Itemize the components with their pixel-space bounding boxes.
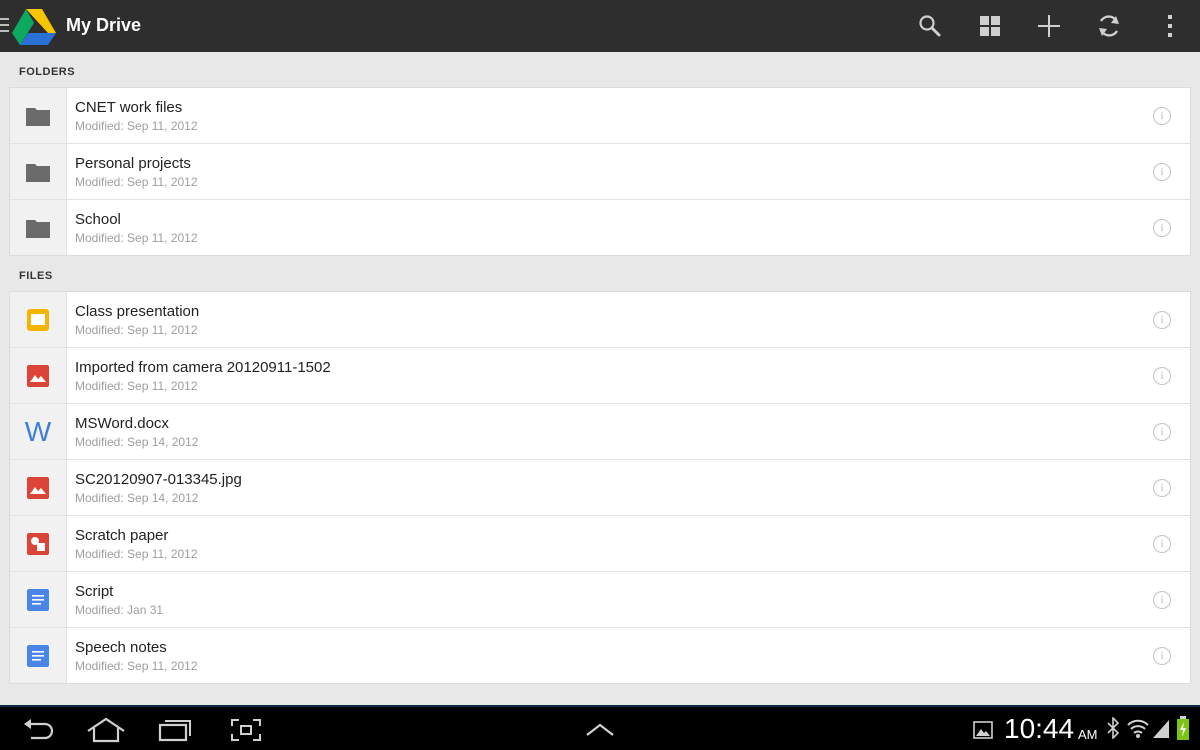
list-item[interactable]: Speech notes Modified: Sep 11, 2012 i <box>10 628 1190 683</box>
folders-section-header: FOLDERS <box>19 66 76 78</box>
image-icon <box>27 476 49 499</box>
search-icon <box>919 15 941 37</box>
list-item[interactable]: Imported from camera 20120911-1502 Modif… <box>10 348 1190 404</box>
gallery-notification-icon[interactable] <box>973 721 993 739</box>
item-name: Scratch paper <box>75 527 169 544</box>
list-item[interactable]: SC20120907-013345.jpg Modified: Sep 14, … <box>10 460 1190 516</box>
system-nav-bar: 10:44 AM <box>0 705 1200 750</box>
item-name: School <box>75 211 121 228</box>
folder-icon <box>26 219 50 238</box>
item-name: Script <box>75 583 114 600</box>
info-icon[interactable]: i <box>1153 479 1171 497</box>
item-name: Speech notes <box>75 639 167 656</box>
info-icon[interactable]: i <box>1153 591 1171 609</box>
item-modified: Modified: Sep 14, 2012 <box>75 435 199 449</box>
back-icon <box>24 719 54 740</box>
list-item[interactable]: W MSWord.docx Modified: Sep 14, 2012 i <box>10 404 1190 460</box>
action-bar: My Drive <box>0 0 1200 52</box>
image-icon <box>27 364 49 387</box>
folder-icon <box>26 163 50 182</box>
folders-list: CNET work files Modified: Sep 11, 2012 i… <box>9 87 1191 256</box>
wifi-icon <box>1127 719 1149 738</box>
item-modified: Modified: Sep 11, 2012 <box>75 323 198 337</box>
files-section-header: FILES <box>19 270 53 282</box>
overflow-menu-button[interactable] <box>1150 8 1190 44</box>
item-name: SC20120907-013345.jpg <box>75 471 242 488</box>
folder-icon <box>26 107 50 126</box>
item-modified: Modified: Sep 11, 2012 <box>75 379 198 393</box>
item-modified: Modified: Sep 11, 2012 <box>75 547 198 561</box>
info-icon[interactable]: i <box>1153 535 1171 553</box>
grid-view-icon <box>980 16 1000 36</box>
word-icon: W <box>24 415 52 447</box>
list-item[interactable]: CNET work files Modified: Sep 11, 2012 i <box>10 88 1190 144</box>
drawing-icon <box>27 532 49 555</box>
cell-signal-icon <box>1153 720 1169 738</box>
add-icon <box>1038 15 1060 37</box>
home-button[interactable] <box>85 715 127 745</box>
grid-view-button[interactable] <box>970 8 1010 44</box>
presentation-icon <box>27 308 49 331</box>
item-modified: Modified: Sep 14, 2012 <box>75 491 199 505</box>
info-icon[interactable]: i <box>1153 107 1171 125</box>
chevron-up-icon <box>586 723 614 736</box>
list-item[interactable]: School Modified: Sep 11, 2012 i <box>10 200 1190 255</box>
list-item[interactable]: Script Modified: Jan 31 i <box>10 572 1190 628</box>
info-icon[interactable]: i <box>1153 367 1171 385</box>
item-name: CNET work files <box>75 99 183 116</box>
overflow-menu-icon <box>1168 15 1172 37</box>
item-modified: Modified: Sep 11, 2012 <box>75 119 198 133</box>
status-ampm: AM <box>1078 727 1098 742</box>
app-tray-button[interactable] <box>582 715 618 745</box>
page-title: My Drive <box>66 15 142 35</box>
refresh-icon <box>1099 15 1119 37</box>
recent-apps-button[interactable] <box>157 715 193 745</box>
drive-logo-icon[interactable] <box>12 7 56 45</box>
info-icon[interactable]: i <box>1153 647 1171 665</box>
info-icon[interactable]: i <box>1153 311 1171 329</box>
back-button[interactable] <box>18 715 58 745</box>
info-icon[interactable]: i <box>1153 163 1171 181</box>
item-name: Imported from camera 20120911-1502 <box>75 359 331 376</box>
document-icon <box>27 644 49 667</box>
refresh-button[interactable] <box>1089 8 1129 44</box>
list-item[interactable]: Scratch paper Modified: Sep 11, 2012 i <box>10 516 1190 572</box>
item-modified: Modified: Sep 11, 2012 <box>75 659 198 673</box>
add-button[interactable] <box>1029 8 1069 44</box>
item-modified: Modified: Jan 31 <box>75 603 164 617</box>
document-icon <box>27 588 49 611</box>
info-icon[interactable]: i <box>1153 219 1171 237</box>
list-item[interactable]: Class presentation Modified: Sep 11, 201… <box>10 292 1190 348</box>
status-clock[interactable]: 10:44 <box>1004 713 1074 745</box>
recent-apps-icon <box>158 720 191 742</box>
home-icon <box>87 717 125 743</box>
bluetooth-icon <box>1107 717 1119 739</box>
list-item[interactable]: Personal projects Modified: Sep 11, 2012… <box>10 144 1190 200</box>
item-name: Personal projects <box>75 155 191 172</box>
battery-charging-icon <box>1177 716 1189 740</box>
drawer-indicator-icon[interactable] <box>0 18 9 34</box>
item-modified: Modified: Sep 11, 2012 <box>75 231 198 245</box>
search-button[interactable] <box>910 8 950 44</box>
files-list: Class presentation Modified: Sep 11, 201… <box>9 291 1191 684</box>
screenshot-button[interactable] <box>228 715 264 745</box>
item-modified: Modified: Sep 11, 2012 <box>75 175 198 189</box>
item-name: MSWord.docx <box>75 415 169 432</box>
screenshot-icon <box>231 719 261 741</box>
info-icon[interactable]: i <box>1153 423 1171 441</box>
item-name: Class presentation <box>75 303 200 320</box>
